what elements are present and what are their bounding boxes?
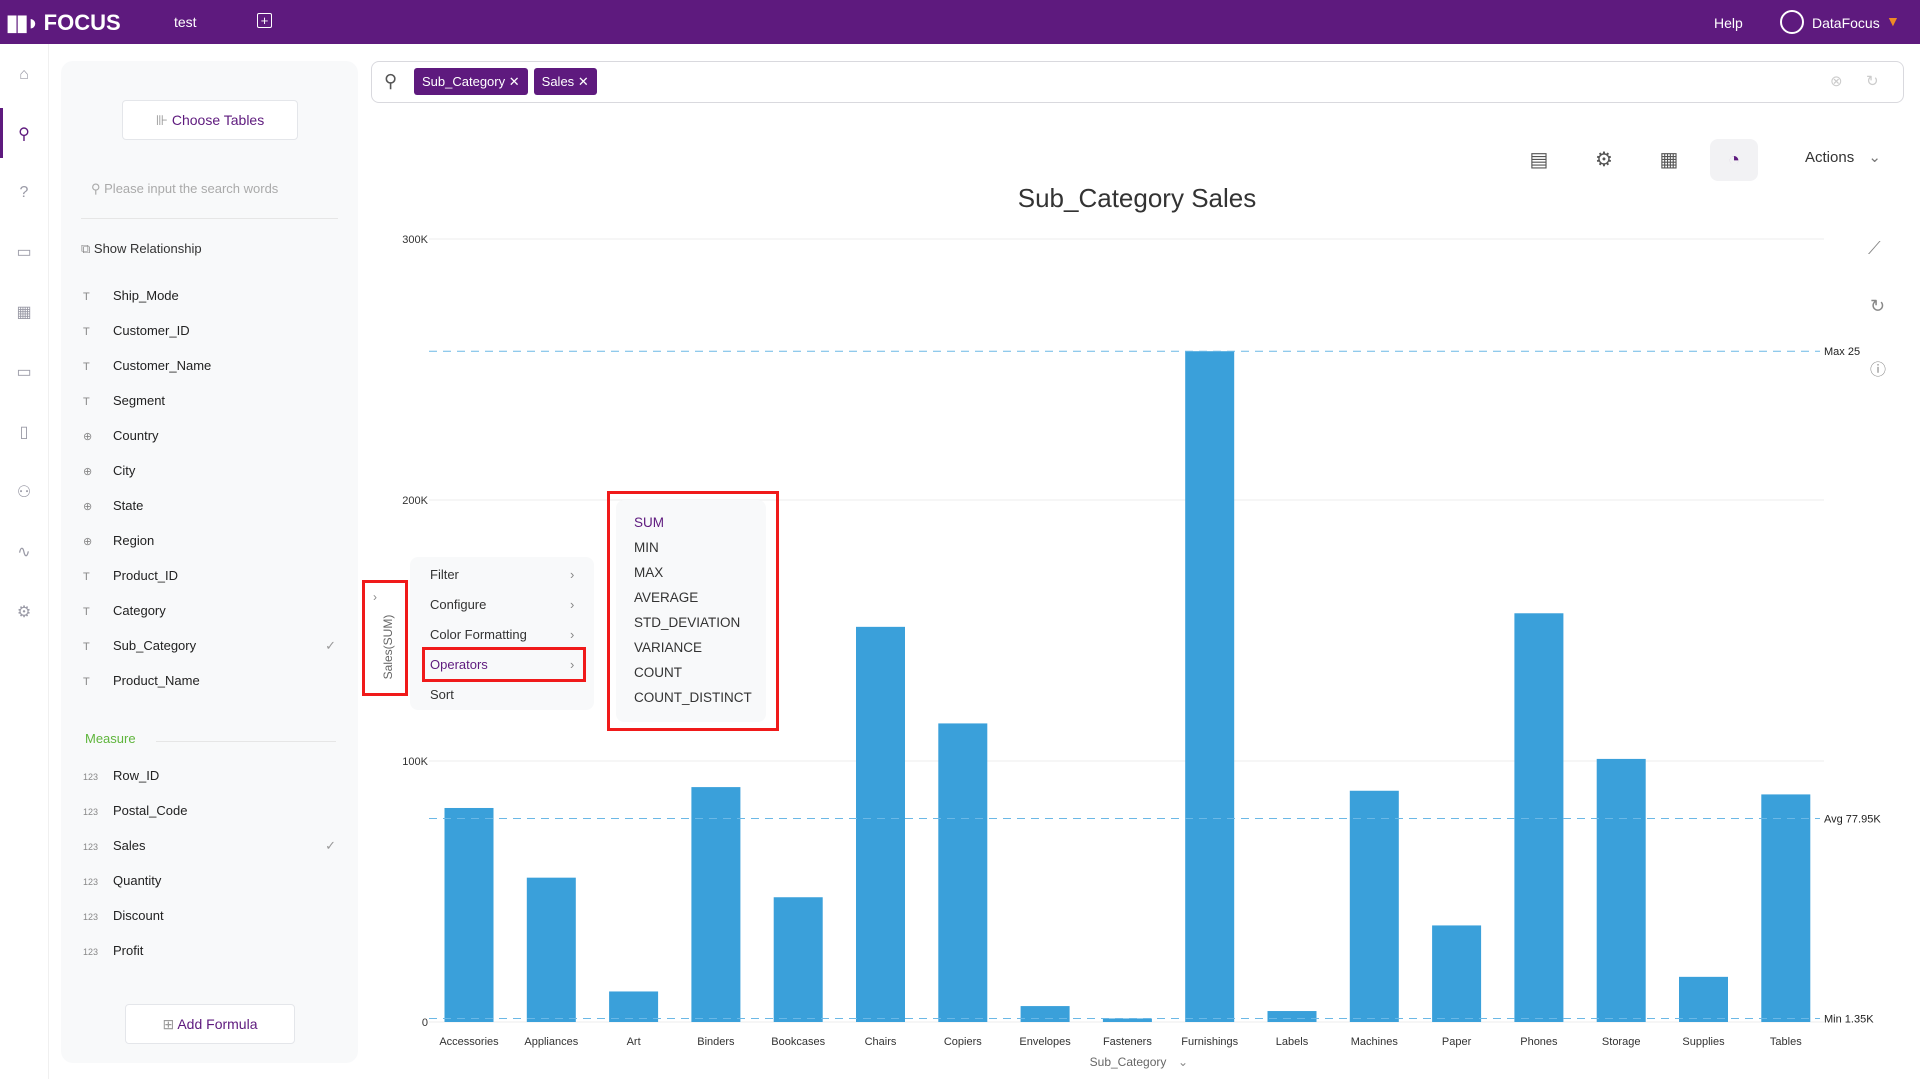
chevron-right-icon: › <box>570 567 575 582</box>
x-tick-label: Paper <box>1442 1036 1472 1048</box>
x-tick-label: Fasteners <box>1103 1036 1152 1048</box>
y-tick-label: 300K <box>402 234 428 246</box>
operators-submenu: SUM MIN MAX AVERAGE STD_DEVIATION VARIANCE COU… <box>616 500 766 722</box>
bar <box>1679 976 1728 1022</box>
reference-line-label: Min 1.35K <box>1824 1013 1874 1025</box>
x-tick-label: Binders <box>697 1036 735 1048</box>
x-tick-label: Envelopes <box>1019 1036 1071 1048</box>
refresh-icon[interactable]: ↻ <box>1870 296 1885 317</box>
operator-variance[interactable]: VARIANCE <box>634 640 702 655</box>
x-tick-label: Supplies <box>1682 1036 1725 1048</box>
menu-item-configure[interactable]: Configure › <box>430 597 580 612</box>
operator-std_deviation[interactable]: STD_DEVIATION <box>634 615 740 630</box>
bar <box>1596 758 1646 1022</box>
operator-min[interactable]: MIN <box>634 540 659 555</box>
operator-average[interactable]: AVERAGE <box>634 590 698 605</box>
bar <box>773 897 823 1022</box>
bar <box>1267 1011 1317 1022</box>
chevron-right-icon: › <box>570 627 575 642</box>
context-menu: Filter › Configure › Color Formatting › Operat… <box>410 557 594 710</box>
operator-sum[interactable]: SUM <box>634 515 664 530</box>
trend-icon[interactable]: ⟋ <box>1868 238 1881 259</box>
chevron-right-icon: › <box>570 597 575 612</box>
bar <box>1349 790 1399 1022</box>
x-tick-label: Machines <box>1351 1036 1399 1048</box>
bar <box>691 787 741 1022</box>
bar <box>1102 1018 1152 1022</box>
bar <box>1432 925 1482 1022</box>
operators-highlight <box>422 647 586 682</box>
x-tick-label: Chairs <box>865 1036 897 1048</box>
bar <box>856 626 905 1022</box>
y-tick-label: 200K <box>402 495 428 507</box>
y-tick-label: 0 <box>422 1017 428 1029</box>
bar <box>938 723 988 1022</box>
x-tick-label: Art <box>627 1036 641 1048</box>
x-tick-label: Furnishings <box>1181 1036 1238 1048</box>
x-tick-label: Labels <box>1276 1036 1309 1048</box>
chevron-down-icon: ⌄ <box>1178 1055 1188 1069</box>
x-tick-label: Accessories <box>439 1036 499 1048</box>
operator-count[interactable]: COUNT <box>634 665 682 680</box>
menu-item-color-formatting[interactable]: Color Formatting › <box>430 627 580 642</box>
menu-item-filter[interactable]: Filter › <box>430 567 580 582</box>
bar-chart: 0 100K 200K 300K Accessories Appliances Art Bin… <box>402 234 1881 1069</box>
reference-line-label: Max 25 <box>1824 346 1860 358</box>
x-tick-label: Phones <box>1520 1036 1558 1048</box>
bar <box>526 877 576 1022</box>
help-icon[interactable]: ⓘ <box>1870 356 1886 380</box>
menu-item-sort[interactable]: Sort <box>430 687 580 702</box>
bar <box>444 807 494 1022</box>
x-tick-label: Copiers <box>944 1036 982 1048</box>
bar <box>1514 613 1564 1022</box>
x-tick-label: Bookcases <box>771 1036 825 1048</box>
bar <box>1761 794 1811 1022</box>
bar <box>1185 351 1235 1023</box>
x-axis-title: Sub_Category <box>1090 1055 1167 1069</box>
bar <box>1020 1006 1070 1022</box>
chevron-right-icon: › <box>373 590 377 604</box>
y-tick-label: 100K <box>402 756 428 768</box>
operator-count_distinct[interactable]: COUNT_DISTINCT <box>634 690 752 705</box>
x-tick-label: Tables <box>1770 1036 1802 1048</box>
y-axis-label-button[interactable]: Sales(SUM) <box>381 589 395 705</box>
x-tick-label: Appliances <box>524 1036 578 1048</box>
operator-max[interactable]: MAX <box>634 565 663 580</box>
x-tick-label: Storage <box>1602 1036 1641 1048</box>
bar <box>609 991 659 1022</box>
reference-line-label: Avg 77.95K <box>1824 814 1881 826</box>
